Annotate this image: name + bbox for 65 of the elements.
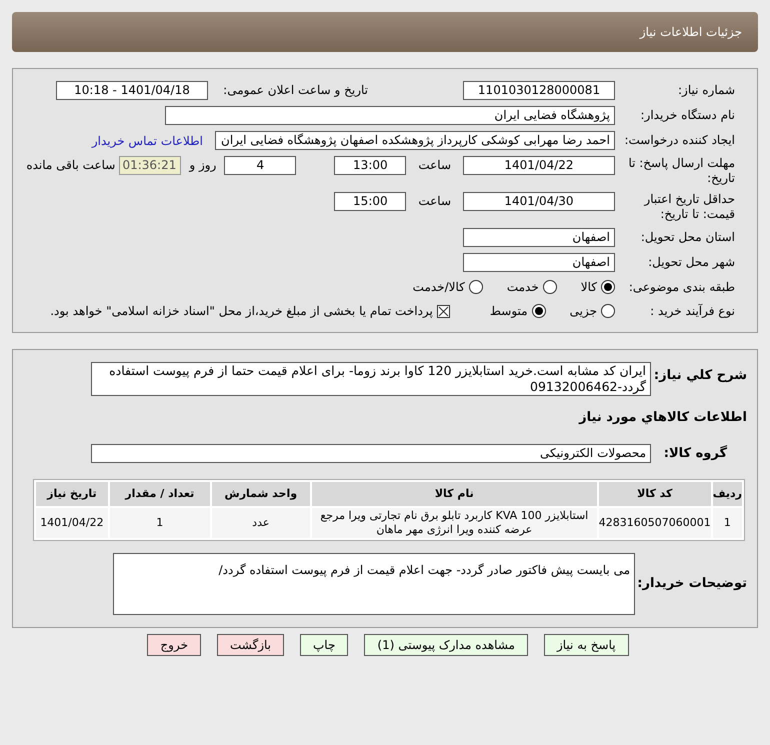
radio-button[interactable] [542, 280, 557, 294]
input-field[interactable]: 4 [224, 156, 296, 175]
field-label: توضیحات خریدار: [636, 575, 747, 594]
field-label: شهر محل تحویل: [647, 255, 735, 270]
input-field[interactable]: 13:00 [334, 156, 406, 175]
header-title: جزئیات اطلاعات نیاز [640, 24, 742, 41]
field-label: نوع فرآیند خرید : [649, 304, 735, 318]
section-title: اطلاعات کالاهاي مورد نياز [578, 409, 747, 427]
remaining-time: 01:36:21 [119, 156, 182, 175]
input-field[interactable]: 15:00 [334, 192, 406, 211]
remaining-label: ساعت باقی مانده [26, 157, 116, 174]
radio-button[interactable] [601, 280, 615, 294]
table-cell: عدد [212, 508, 310, 538]
radio-label: متوسط [490, 303, 528, 320]
input-field[interactable]: 1401/04/22 [463, 156, 615, 175]
time-label: ساعت [418, 193, 451, 210]
input-field[interactable]: 1401/04/18 - 10:18 [56, 81, 208, 100]
field-label: استان محل تحویل: [640, 230, 735, 245]
input-field[interactable]: اصفهان [463, 253, 615, 272]
days-label: روز و [189, 157, 216, 174]
input-field[interactable]: 1101030128000081 [463, 81, 615, 100]
column-header: ردیف [712, 482, 742, 506]
input-field[interactable]: پژوهشگاه فضایی ایران [165, 106, 615, 125]
field-label: حداقل تاریخ اعتبار قیمت: تا تاریخ: [642, 192, 735, 222]
column-header: نام کالا [312, 482, 597, 506]
table-cell: 1 [110, 508, 210, 538]
radio-label: جزیی [570, 303, 597, 320]
action-button[interactable]: خروج [147, 634, 201, 656]
checkbox-label: پرداخت تمام یا بخشی از مبلغ خرید،از محل "اسناد خزانه اسلامی" خواهد بود. [50, 303, 433, 320]
field-label: نام دستگاه خریدار: [640, 108, 735, 123]
group-field[interactable]: محصولات الکترونیکی [91, 444, 651, 463]
field-label: مهلت ارسال پاسخ: تا تاریخ: [627, 156, 735, 186]
field-label: شرح کلي نياز: [652, 367, 747, 385]
input-field[interactable]: اصفهان [463, 228, 615, 247]
column-header: واحد شمارش [212, 482, 310, 506]
column-header: کد کالا [598, 482, 711, 506]
table-cell: 4283160507060001 [598, 508, 711, 538]
action-button[interactable]: چاپ [300, 634, 348, 656]
input-field[interactable]: احمد رضا مهرابی کوشکی کارپرداز پژوهشکده اصفهان پژوهشگاه فضایی ایران [215, 131, 615, 150]
contact-link[interactable]: اطلاعات تماس خریدار [92, 132, 203, 150]
table-cell: 1 [712, 508, 742, 538]
action-button[interactable]: بازگشت [217, 634, 284, 656]
field-label: طبقه بندی موضوعی: [628, 280, 735, 294]
checkbox[interactable] [436, 304, 450, 318]
field-label: ایجاد کننده درخواست: [623, 133, 735, 148]
table-cell: 1401/04/22 [36, 508, 108, 538]
time-label: ساعت [418, 157, 451, 174]
radio-label: کالا [580, 279, 597, 296]
field-label: تاریخ و ساعت اعلان عمومی: [222, 83, 368, 98]
description-field: ایران کد مشابه است.خرید استابلایزر 120 کاوا برند زوما- برای اعلام قیمت حتما از فرم پیوست استفاده گردد-09132006462 [91, 362, 651, 396]
column-header: تعداد / مقدار [110, 482, 210, 506]
table-cell: استابلایزر KVA 100 کاربرد تابلو برق نام تجارتی ویرا مرجع عرضه کننده ویرا انرژی مهر ماهان [312, 508, 597, 538]
radio-button[interactable] [532, 304, 546, 318]
notes-field: می بایست پیش فاکتور صادر گردد- جهت اعلام قیمت از فرم پیوست استفاده گردد/ [113, 553, 635, 615]
input-field[interactable]: 1401/04/30 [463, 192, 615, 211]
action-button[interactable]: پاسخ به نیاز [544, 634, 629, 656]
action-button[interactable]: مشاهده مدارک پیوستی (1) [364, 634, 528, 656]
column-header: تاریخ نیاز [36, 482, 108, 506]
radio-button[interactable] [601, 304, 615, 318]
radio-label: خدمت [506, 279, 539, 296]
radio-label: کالا/خدمت [412, 279, 465, 296]
field-label: گروه کالا: [662, 444, 728, 462]
field-label: شماره نیاز: [677, 83, 735, 98]
radio-button[interactable] [468, 280, 483, 294]
cross-mark-icon [438, 306, 449, 316]
